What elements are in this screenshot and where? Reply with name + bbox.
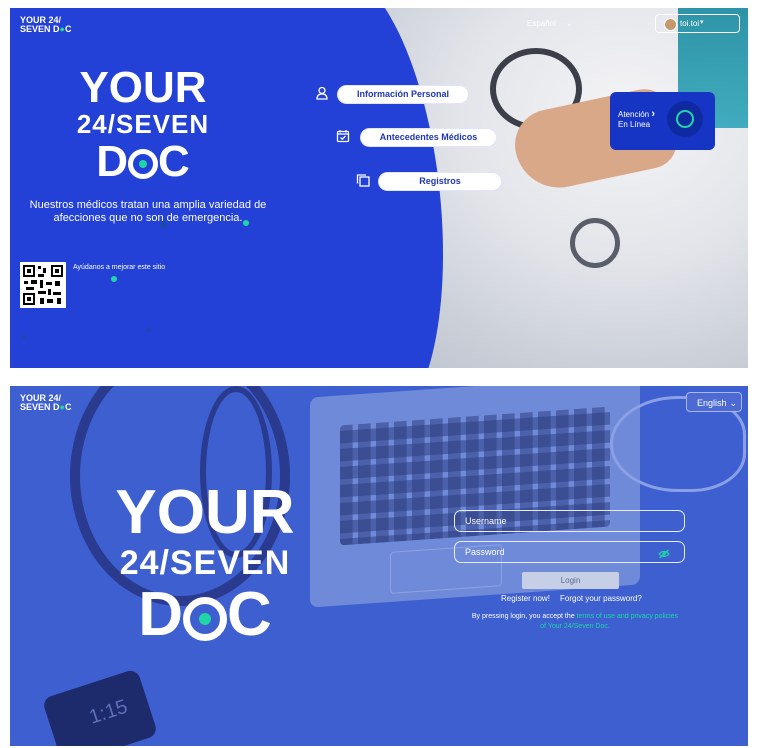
phone-image: 1:15 [41, 668, 159, 746]
copy-icon [356, 173, 370, 187]
terms-text: By pressing login, you accept the terms … [471, 613, 679, 630]
menu-medical-history[interactable]: Antecedentes Médicos [361, 129, 496, 146]
login-button[interactable]: Login [522, 572, 619, 589]
main-logo: YOUR 24/SEVEN DC [76, 63, 210, 186]
menu-personal-info[interactable]: Información Personal [338, 86, 468, 103]
decor-dot [147, 328, 151, 332]
avatar [664, 18, 677, 31]
login-screen: 1:15 YOUR 24/ SEVEN D●C English ⌄ YOUR 2… [10, 386, 748, 746]
logo-o-icon [128, 149, 158, 180]
online-care-card[interactable]: Atención › En Línea [610, 92, 715, 150]
chevron-down-icon: ⌄ [566, 19, 573, 28]
password-field[interactable] [454, 541, 685, 563]
qr-caption: Ayúdanos a mejorar este sitio [73, 264, 166, 271]
forgot-password-link[interactable]: Forgot your password? [560, 594, 642, 603]
small-logo: YOUR 24/ SEVEN D●C [20, 393, 72, 412]
username-field[interactable] [454, 510, 685, 532]
caret-down-icon: ▾ [700, 19, 704, 26]
decor-dot [22, 335, 26, 339]
calendar-check-icon [336, 129, 350, 143]
eye-off-icon[interactable] [658, 546, 670, 559]
main-logo: YOUR 24/SEVEN DC [115, 478, 295, 649]
register-link[interactable]: Register now! [501, 594, 550, 603]
decor-dot [160, 221, 167, 228]
chevron-right-icon: › [651, 108, 656, 120]
qr-code[interactable] [20, 262, 66, 308]
description-text: Nuestros médicos tratan una amplia varie… [29, 199, 267, 224]
chevron-down-icon: ⌄ [729, 398, 737, 408]
small-logo: YOUR 24/ SEVEN D●C [20, 15, 72, 34]
logo-o-icon [183, 596, 227, 641]
user-name: toi.toi [680, 19, 700, 28]
online-status-icon [667, 101, 703, 137]
decor-dot [243, 220, 249, 226]
decor-dot [111, 276, 117, 282]
menu-records[interactable]: Registros [379, 173, 501, 190]
user-menu-button[interactable]: toi.toi ▾ [655, 14, 740, 33]
language-select[interactable]: English ⌄ [686, 392, 742, 412]
dashboard-screen: YOUR 24/ SEVEN D●C Español ⌄ toi.toi ▾ Y… [10, 8, 748, 368]
person-icon [315, 86, 329, 100]
stethoscope-chestpiece [570, 218, 620, 268]
language-select[interactable]: Español ⌄ [527, 19, 573, 28]
